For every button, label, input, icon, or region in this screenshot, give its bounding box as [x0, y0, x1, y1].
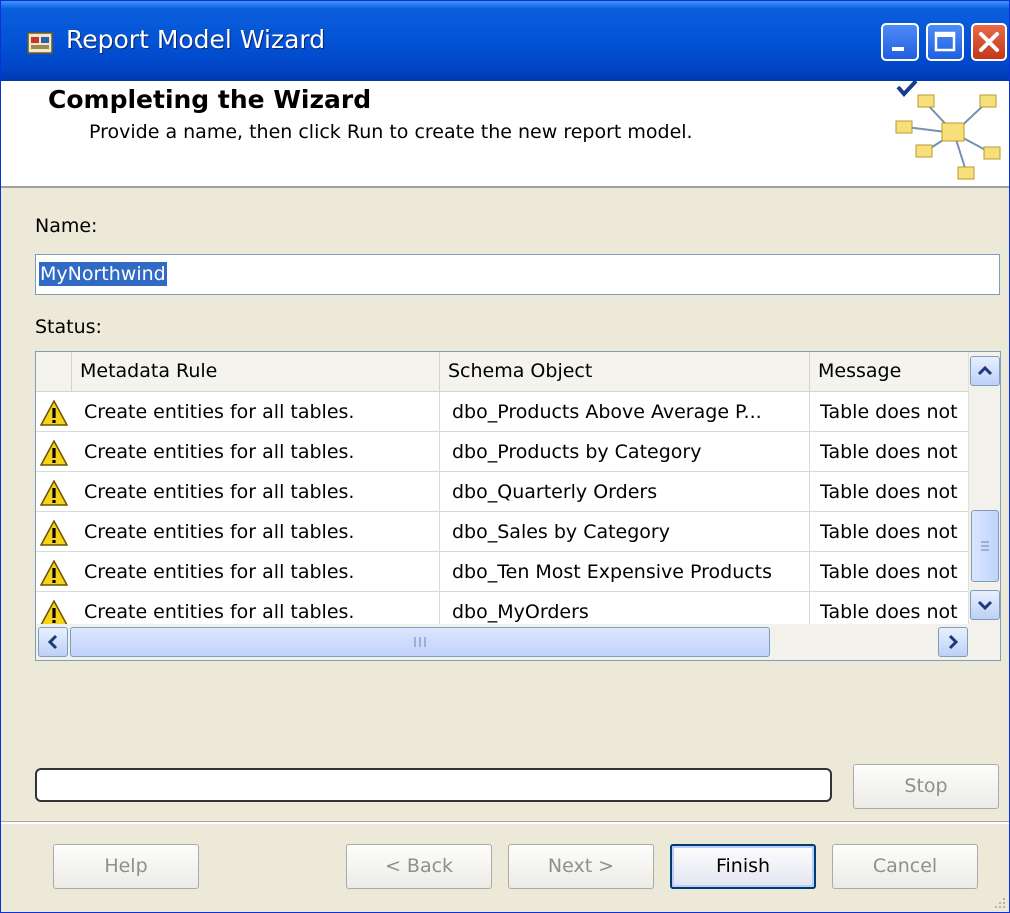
cell-metadata-rule: Create entities for all tables. — [72, 392, 440, 432]
stop-button[interactable]: Stop — [853, 764, 999, 809]
vertical-scroll-thumb[interactable] — [971, 510, 999, 582]
footer-divider — [1, 821, 1009, 824]
maximize-button[interactable] — [926, 23, 964, 61]
chevron-right-icon — [948, 634, 959, 650]
grip-icon — [414, 637, 426, 647]
grid-header: Metadata Rule Schema Object Message — [36, 352, 968, 392]
cell-schema-object: dbo_Ten Most Expensive Products — [440, 552, 810, 592]
minimize-button[interactable] — [881, 23, 919, 61]
scroll-down-button[interactable] — [970, 590, 1000, 620]
table-row[interactable]: Create entities for all tables. dbo_Produ… — [36, 432, 968, 472]
cell-metadata-rule: Create entities for all tables. — [72, 472, 440, 512]
cell-metadata-rule: Create entities for all tables. — [72, 512, 440, 552]
report-model-graphic — [895, 81, 1001, 180]
close-icon — [979, 32, 999, 52]
status-label: Status: — [35, 316, 102, 338]
column-header-message[interactable]: Message — [810, 352, 968, 391]
cell-message: Table does not — [820, 441, 958, 463]
cell-message: Table does not — [820, 521, 958, 543]
column-header-icon[interactable] — [36, 352, 72, 391]
table-row[interactable]: Create entities for all tables. dbo_Ten M… — [36, 552, 968, 592]
status-grid[interactable]: Metadata Rule Schema Object Message Crea… — [35, 351, 1001, 661]
name-field[interactable]: MyNorthwind — [35, 254, 1000, 295]
cell-metadata-rule: Create entities for all tables. — [72, 552, 440, 592]
help-button[interactable]: Help — [53, 844, 199, 889]
scroll-up-button[interactable] — [970, 356, 1000, 386]
table-row[interactable]: Create entities for all tables. dbo_Produ… — [36, 392, 968, 432]
cell-schema-object: dbo_Sales by Category — [440, 512, 810, 552]
cancel-button[interactable]: Cancel — [832, 844, 978, 889]
close-button[interactable] — [971, 23, 1007, 61]
progress-bar — [35, 768, 832, 802]
grip-icon — [981, 541, 989, 551]
cell-metadata-rule: Create entities for all tables. — [72, 432, 440, 472]
warning-icon — [40, 520, 68, 546]
table-row[interactable]: Create entities for all tables. dbo_Sales… — [36, 512, 968, 552]
page-title: Completing the Wizard — [48, 85, 372, 114]
cell-schema-object: dbo_Quarterly Orders — [440, 472, 810, 512]
warning-icon — [40, 440, 68, 466]
horizontal-scrollbar[interactable] — [36, 624, 1000, 660]
next-button[interactable]: Next > — [508, 844, 654, 889]
page-subtitle: Provide a name, then click Run to create… — [89, 121, 693, 143]
finish-button[interactable]: Finish — [670, 844, 816, 889]
warning-icon — [40, 480, 68, 506]
column-header-schema-object[interactable]: Schema Object — [440, 352, 810, 391]
wizard-window: Report Model Wizard Completing the Wizar… — [0, 0, 1010, 913]
wizard-app-icon — [27, 32, 53, 54]
table-row[interactable]: Create entities for all tables. dbo_Quart… — [36, 472, 968, 512]
name-value: MyNorthwind — [39, 262, 167, 286]
cell-message: Table does not — [820, 401, 958, 423]
warning-icon — [40, 400, 68, 426]
warning-icon — [40, 600, 68, 626]
back-button[interactable]: < Back — [346, 844, 492, 889]
chevron-left-icon — [47, 634, 58, 650]
maximize-icon — [934, 31, 956, 52]
vertical-scrollbar[interactable] — [968, 352, 1000, 624]
title-bar[interactable]: Report Model Wizard — [1, 1, 1009, 81]
chevron-up-icon — [977, 365, 993, 376]
cell-schema-object: dbo_Products by Category — [440, 432, 810, 472]
scroll-left-button[interactable] — [38, 627, 68, 657]
scroll-right-button[interactable] — [938, 627, 968, 657]
window-title: Report Model Wizard — [66, 25, 326, 54]
name-label: Name: — [35, 215, 98, 237]
horizontal-scroll-thumb[interactable] — [70, 627, 770, 657]
chevron-down-icon — [977, 600, 993, 611]
minimize-icon — [892, 47, 904, 51]
cell-schema-object: dbo_Products Above Average P... — [440, 392, 810, 432]
cell-message: Table does not — [820, 561, 958, 583]
cell-message: Table does not — [820, 481, 958, 503]
warning-icon — [40, 560, 68, 586]
column-header-metadata-rule[interactable]: Metadata Rule — [72, 352, 440, 391]
wizard-header: Completing the Wizard Provide a name, th… — [1, 81, 1009, 188]
resize-grip-icon[interactable] — [993, 896, 1007, 910]
